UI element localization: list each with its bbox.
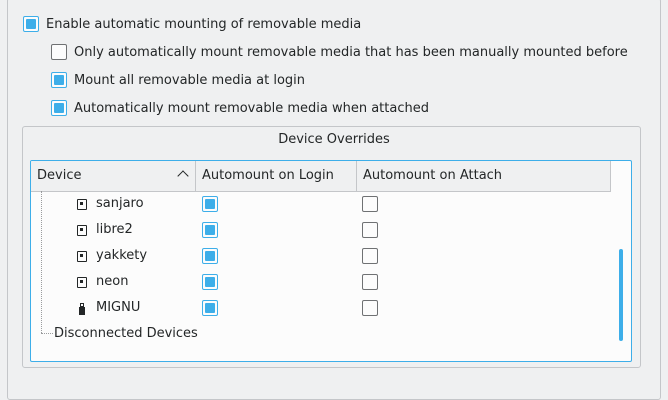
mount-when-attached-checkbox[interactable] (51, 100, 67, 116)
enable-automount-option[interactable]: Enable automatic mounting of removable m… (23, 14, 361, 34)
column-header-attach[interactable]: Automount on Attach (357, 161, 611, 191)
enable-automount-label: Enable automatic mounting of removable m… (46, 16, 362, 32)
automount-attach-checkbox[interactable] (362, 300, 378, 316)
device-name: sanjaro (96, 196, 144, 211)
automount-login-checkbox[interactable] (202, 274, 218, 290)
sort-ascending-icon (177, 170, 189, 182)
mount-when-attached-option[interactable]: Automatically mount removable media when… (51, 98, 429, 118)
column-header-login[interactable]: Automount on Login (196, 161, 357, 191)
hard-drive-icon (77, 199, 87, 210)
mount-at-login-checkbox[interactable] (51, 72, 67, 88)
mount-when-attached-label: Automatically mount removable media when… (74, 100, 429, 116)
only-manually-mounted-checkbox[interactable] (51, 44, 67, 60)
enable-automount-checkbox[interactable] (23, 16, 39, 32)
table-row[interactable]: yakkety (31, 244, 611, 270)
table-row[interactable]: MIGNU (31, 296, 611, 322)
mount-at-login-option[interactable]: Mount all removable media at login (51, 70, 305, 90)
column-header-login-label: Automount on Login (202, 168, 334, 183)
hard-drive-icon (77, 277, 87, 288)
hard-drive-icon (77, 225, 87, 236)
only-manually-mounted-label: Only automatically mount removable media… (74, 44, 628, 60)
table-row[interactable]: neon (31, 270, 611, 296)
device-name: libre2 (96, 222, 133, 237)
only-manually-mounted-option[interactable]: Only automatically mount removable media… (51, 42, 628, 62)
mount-at-login-label: Mount all removable media at login (74, 72, 306, 88)
automount-login-checkbox[interactable] (202, 222, 218, 238)
device-overrides-tree[interactable]: Device Automount on Login Automount on A… (30, 160, 632, 362)
automount-login-checkbox[interactable] (202, 196, 218, 212)
column-header-device-label: Device (37, 168, 82, 183)
table-row[interactable]: libre2 (31, 218, 611, 244)
device-name: neon (96, 274, 129, 289)
automount-attach-checkbox[interactable] (362, 248, 378, 264)
column-header-device[interactable]: Device (31, 161, 196, 191)
usb-drive-icon (79, 303, 85, 315)
device-name: MIGNU (96, 300, 141, 315)
tree-group-row[interactable]: Disconnected Devices (31, 322, 611, 348)
table-row[interactable]: sanjaro (31, 192, 611, 218)
column-header-attach-label: Automount on Attach (363, 168, 503, 183)
vertical-scrollbar[interactable] (619, 249, 623, 341)
device-overrides-title: Device Overrides (278, 132, 390, 147)
automount-attach-checkbox[interactable] (362, 274, 378, 290)
device-name: yakkety (96, 248, 148, 263)
hard-drive-icon (77, 251, 87, 262)
group-label: Disconnected Devices (54, 326, 198, 341)
automount-login-checkbox[interactable] (202, 300, 218, 316)
automount-attach-checkbox[interactable] (362, 222, 378, 238)
automount-attach-checkbox[interactable] (362, 196, 378, 212)
automount-login-checkbox[interactable] (202, 248, 218, 264)
tree-header: Device Automount on Login Automount on A… (31, 161, 611, 192)
